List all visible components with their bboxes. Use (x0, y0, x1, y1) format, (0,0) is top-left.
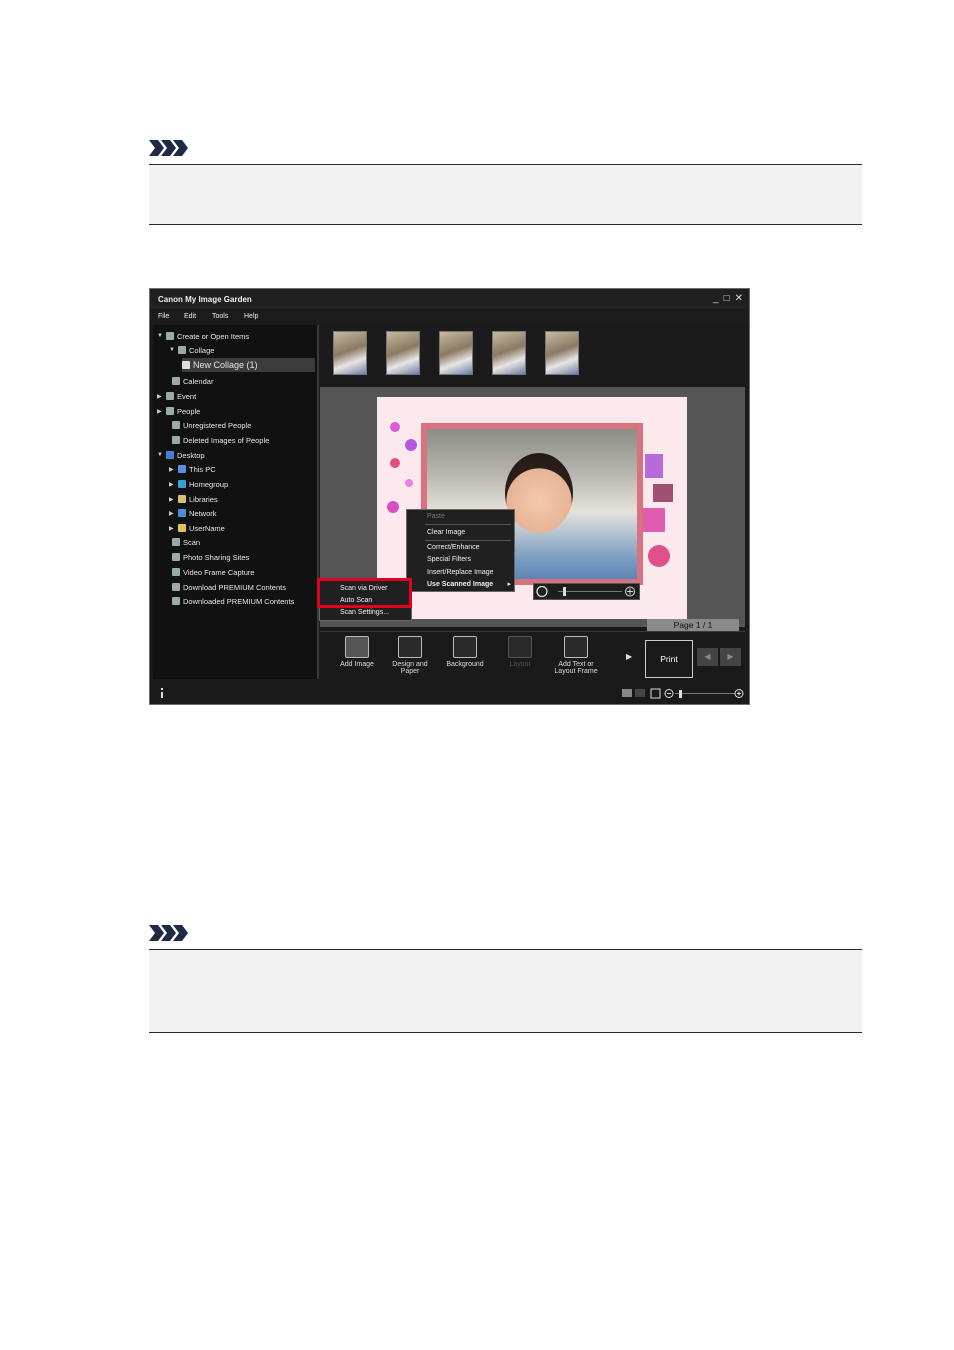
tree-homegroup[interactable]: ▶ Homegroup (169, 477, 228, 491)
scan-icon (172, 538, 180, 546)
window-title: Canon My Image Garden (158, 295, 252, 304)
print-button[interactable]: Print (645, 640, 693, 678)
download-premium-icon (172, 583, 180, 591)
zoom-slider-handle (563, 587, 566, 596)
tree-username[interactable]: ▶ UserName (169, 521, 225, 535)
layout-button[interactable]: Layout (492, 636, 548, 668)
collage-icon (178, 346, 186, 354)
thumbnail[interactable] (492, 331, 526, 375)
menu-item-correct-enhance[interactable]: Correct/Enhance (407, 542, 514, 554)
view-and-zoom-controls[interactable] (622, 688, 744, 699)
desktop-icon (166, 451, 174, 459)
background-button[interactable]: Background (437, 636, 493, 668)
menu-item-special-filters[interactable]: Special Filters (407, 554, 514, 566)
design-and-paper-button[interactable]: Design and Paper (382, 636, 438, 675)
video-frame-icon (172, 568, 180, 576)
toolbar-next-icon[interactable]: ▶ (626, 652, 632, 661)
highlight-box (317, 578, 412, 608)
tree-new-collage[interactable]: New Collage (1) (182, 358, 315, 372)
sidebar-tree: ▼ Create or Open Items ▼ Collage New Colla… (153, 325, 319, 679)
menu-file[interactable]: File (158, 313, 169, 320)
tree-downloaded-premium-contents[interactable]: Downloaded PREMIUM Contents (163, 594, 294, 608)
title-bar: Canon My Image Garden _ □ ✕ (150, 289, 749, 309)
new-collage-icon (182, 361, 190, 369)
menu-item-use-scanned-image[interactable]: Use Scanned Image (407, 579, 514, 591)
zoom-slider-handle (679, 690, 682, 698)
tree-libraries[interactable]: ▶ Libraries (169, 492, 218, 506)
thumbnail[interactable] (545, 331, 579, 375)
menu-item-insert-replace-image[interactable]: Insert/Replace Image (407, 567, 514, 579)
note-icon (149, 140, 188, 156)
context-menu: Paste Clear Image Correct/Enhance Specia… (406, 509, 515, 592)
face (505, 453, 573, 533)
thumbnail[interactable] (386, 331, 420, 375)
layout-icon (508, 636, 532, 658)
gift-decoration (641, 454, 673, 567)
rotate-icon (536, 585, 548, 598)
view-mode-icon (622, 689, 632, 697)
photo-sharing-icon (172, 553, 180, 561)
thumbnail[interactable] (439, 331, 473, 375)
fit-icon (650, 688, 661, 699)
libraries-icon (178, 495, 186, 503)
tree-video-frame-capture[interactable]: Video Frame Capture (163, 565, 255, 579)
previous-page-icon[interactable]: ◀ (697, 648, 718, 666)
tree-collage[interactable]: ▼ Collage (169, 343, 214, 357)
tree-network[interactable]: ▶ Network (169, 506, 217, 520)
people-icon (166, 407, 174, 415)
downloaded-premium-icon (172, 597, 180, 605)
menu-edit[interactable]: Edit (184, 313, 196, 320)
homegroup-icon (178, 480, 186, 488)
add-image-icon (345, 636, 369, 658)
tree-photo-sharing-sites[interactable]: Photo Sharing Sites (163, 550, 249, 564)
view-mode-icon (635, 689, 645, 697)
note-box (149, 164, 862, 225)
maximize-icon[interactable]: □ (724, 293, 730, 304)
image-zoom-control[interactable] (533, 583, 640, 600)
page-indicator: Page 1 / 1 (647, 619, 739, 631)
menu-item-clear-image[interactable]: Clear Image (407, 527, 514, 539)
deleted-people-icon (172, 436, 180, 444)
status-bar (150, 683, 749, 704)
add-text-or-layout-frame-button[interactable]: Add Text or Layout Frame (548, 636, 604, 675)
thumbnail-strip (320, 325, 745, 387)
note-icon (149, 925, 188, 941)
this-pc-icon (178, 465, 186, 473)
design-paper-icon (398, 636, 422, 658)
tree-this-pc[interactable]: ▶ This PC (169, 462, 216, 476)
note-box (149, 949, 862, 1033)
network-icon (178, 509, 186, 517)
info-icon[interactable] (160, 688, 164, 698)
tree-deleted-images-of-people[interactable]: Deleted Images of People (163, 433, 269, 447)
menu-item-scan-settings[interactable]: Scan Settings... (320, 607, 411, 619)
unregistered-people-icon (172, 421, 180, 429)
submenu-arrow-icon: ▸ (507, 581, 511, 588)
tree-desktop[interactable]: ▼ Desktop (157, 448, 205, 462)
tree-event[interactable]: ▶ Event (157, 389, 196, 403)
next-page-icon[interactable]: ▶ (720, 648, 741, 666)
menu-tools[interactable]: Tools (212, 313, 228, 320)
add-image-button[interactable]: Add Image (329, 636, 385, 668)
tree-create-or-open-items[interactable]: ▼ Create or Open Items (157, 329, 249, 343)
user-folder-icon (178, 524, 186, 532)
add-text-icon (564, 636, 588, 658)
event-icon (166, 392, 174, 400)
menu-item-paste[interactable]: Paste (407, 511, 514, 523)
tree-people[interactable]: ▶ People (157, 404, 200, 418)
tree-unregistered-people[interactable]: Unregistered People (163, 418, 251, 432)
menu-help[interactable]: Help (244, 313, 258, 320)
tree-scan[interactable]: Scan (163, 535, 200, 549)
bottom-toolbar: Add Image Design and Paper Background La… (320, 631, 745, 682)
app-window: Canon My Image Garden _ □ ✕ File Edit To… (149, 288, 750, 705)
tree-download-premium-contents[interactable]: Download PREMIUM Contents (163, 580, 286, 594)
background-icon (453, 636, 477, 658)
menu-bar: File Edit Tools Help (150, 310, 749, 324)
minimize-icon[interactable]: _ (713, 293, 719, 304)
close-icon[interactable]: ✕ (735, 293, 743, 304)
calendar-icon (172, 377, 180, 385)
thumbnail[interactable] (333, 331, 367, 375)
tree-calendar[interactable]: Calendar (163, 374, 213, 388)
create-items-icon (166, 332, 174, 340)
